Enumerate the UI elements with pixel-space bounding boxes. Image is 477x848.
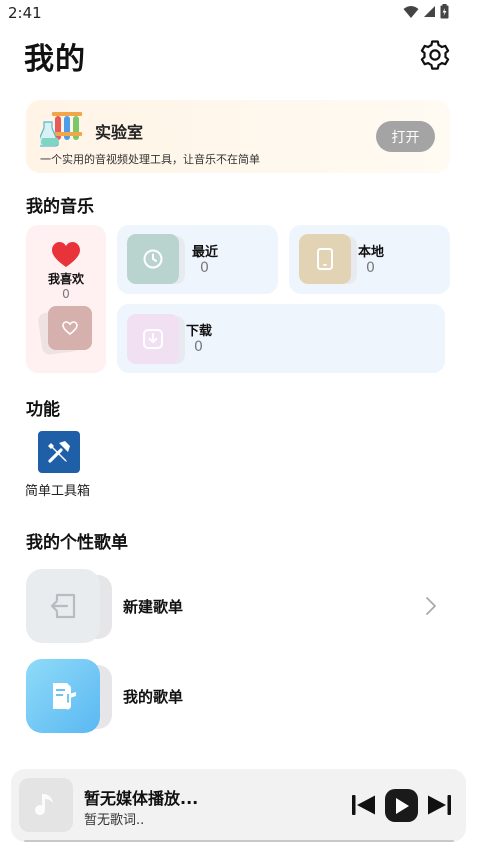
favorites-label: 我喜欢 xyxy=(47,272,84,286)
skip-previous-icon xyxy=(352,795,375,815)
functions-title: 功能 xyxy=(26,400,60,420)
recent-count: 0 xyxy=(200,260,209,276)
page-title: 我的 xyxy=(24,42,86,77)
local-count: 0 xyxy=(366,260,375,276)
status-icons xyxy=(403,4,449,19)
new-playlist-label: 新建歌单 xyxy=(123,598,184,616)
wifi-icon xyxy=(403,5,419,18)
download-tile xyxy=(127,314,179,364)
music-note-icon xyxy=(35,794,53,816)
my-music-title: 我的音乐 xyxy=(26,197,94,217)
recent-tile xyxy=(127,234,179,284)
previous-button[interactable] xyxy=(350,791,378,819)
play-button[interactable] xyxy=(385,789,418,822)
lab-title: 实验室 xyxy=(95,123,144,142)
play-icon xyxy=(395,797,409,814)
download-count: 0 xyxy=(194,339,203,355)
next-button[interactable] xyxy=(425,791,453,819)
download-label: 下载 xyxy=(186,324,213,339)
lab-description: 一个实用的音视频处理工具，让音乐不在简单 xyxy=(40,153,260,166)
local-label: 本地 xyxy=(358,245,385,260)
gear-icon xyxy=(420,40,450,70)
favorites-count: 0 xyxy=(62,287,70,301)
track-lyric: 暂无歌词.. xyxy=(84,813,145,828)
lab-open-button[interactable]: 打开 xyxy=(376,121,435,152)
phone-icon xyxy=(317,248,333,270)
lab-flask-icon xyxy=(40,112,82,147)
favorites-tile xyxy=(48,306,92,350)
local-tile xyxy=(299,234,351,284)
download-tile-wrap xyxy=(127,314,185,366)
player-progress-line xyxy=(24,840,454,842)
my-playlist-label: 我的歌单 xyxy=(123,688,184,706)
local-tile-wrap xyxy=(299,234,357,286)
import-icon xyxy=(50,593,76,619)
playlists-title: 我的个性歌单 xyxy=(26,533,128,553)
download-icon xyxy=(143,329,163,349)
new-playlist-tile xyxy=(26,569,100,643)
toolbox-icon[interactable] xyxy=(38,431,80,473)
album-cover[interactable] xyxy=(19,778,73,832)
tools-icon xyxy=(48,441,70,463)
my-playlist-tile xyxy=(26,659,100,733)
heart-icon xyxy=(52,242,80,267)
chevron-right-icon xyxy=(426,597,436,615)
clock-icon xyxy=(143,249,163,269)
music-file-icon xyxy=(53,683,76,710)
toolbox-label[interactable]: 简单工具箱 xyxy=(25,480,90,499)
settings-button[interactable] xyxy=(418,38,452,72)
track-title: 暂无媒体播放... xyxy=(84,789,199,808)
skip-next-icon xyxy=(428,795,451,815)
battery-icon xyxy=(440,4,449,19)
status-time: 2:41 xyxy=(8,4,42,22)
recent-label: 最近 xyxy=(192,245,219,260)
recent-tile-wrap xyxy=(127,234,185,286)
heart-outline-icon xyxy=(62,321,78,335)
signal-icon xyxy=(424,6,435,17)
